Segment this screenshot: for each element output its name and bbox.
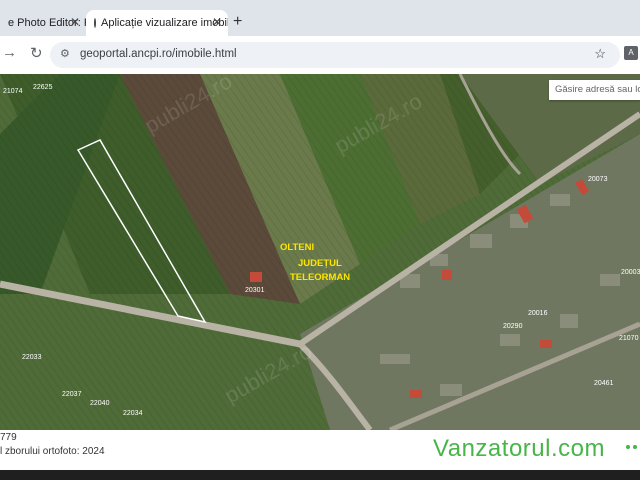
- address-bar[interactable]: ⚙ geoportal.ancpi.ro/imobile.html ☆: [50, 42, 620, 68]
- translate-icon[interactable]: A: [624, 46, 638, 60]
- parcel-label: 22625: [33, 84, 53, 91]
- watermark-text: Vanzatorul.com: [433, 435, 605, 462]
- parcel-label: 22040: [90, 400, 110, 407]
- parcel-label: 22037: [62, 391, 82, 398]
- close-icon[interactable]: ✕: [70, 15, 80, 29]
- county-label: TELEORMAN: [290, 272, 350, 283]
- parcel-label: 22034: [123, 410, 143, 417]
- reload-icon[interactable]: ↻: [30, 44, 43, 62]
- parcel-label: 20290: [503, 323, 523, 330]
- bookmark-star-icon[interactable]: ☆: [594, 46, 606, 62]
- watermark-dot: [626, 445, 630, 449]
- ortho-year-text: l zborului ortofoto: 2024: [0, 446, 105, 457]
- tab-photo-editor[interactable]: e Photo Editor: Fr ✕: [0, 10, 86, 36]
- parcel-label: 21074: [3, 88, 23, 95]
- new-tab-button[interactable]: +: [233, 13, 242, 31]
- site-info-icon[interactable]: ⚙: [60, 47, 70, 60]
- parcel-label: 20016: [528, 310, 548, 317]
- locality-label: OLTENI: [280, 242, 314, 253]
- parcel-label: 22033: [22, 354, 42, 361]
- browser-toolbar: → ↻ ⚙ geoportal.ancpi.ro/imobile.html ☆ …: [0, 36, 640, 74]
- globe-icon: [94, 18, 96, 28]
- address-search-input[interactable]: Găsire adresă sau loc: [549, 80, 640, 100]
- map-view[interactable]: publi24.ro publi24.ro publi24.ro 21074 2…: [0, 74, 640, 430]
- forward-icon[interactable]: →: [2, 44, 17, 61]
- tab-imobile[interactable]: Aplicație vizualizare imobile ✕: [86, 10, 228, 36]
- system-nav-bar: [0, 470, 640, 480]
- url-text[interactable]: geoportal.ancpi.ro/imobile.html: [80, 48, 237, 60]
- scale-text: 779: [0, 432, 17, 443]
- parcel-label: 20301: [245, 287, 265, 294]
- tab-strip: e Photo Editor: Fr ✕ Aplicație vizualiza…: [0, 0, 640, 36]
- parcel-label: 20003: [621, 269, 640, 276]
- tab-title: Aplicație vizualizare imobile: [101, 17, 228, 29]
- parcel-label: 21070: [619, 335, 639, 342]
- close-icon[interactable]: ✕: [212, 15, 222, 29]
- parcel-label: 20073: [588, 176, 608, 183]
- watermark-dot: [633, 445, 637, 449]
- county-label: JUDEȚUL: [298, 258, 342, 269]
- parcel-label: 20461: [594, 380, 614, 387]
